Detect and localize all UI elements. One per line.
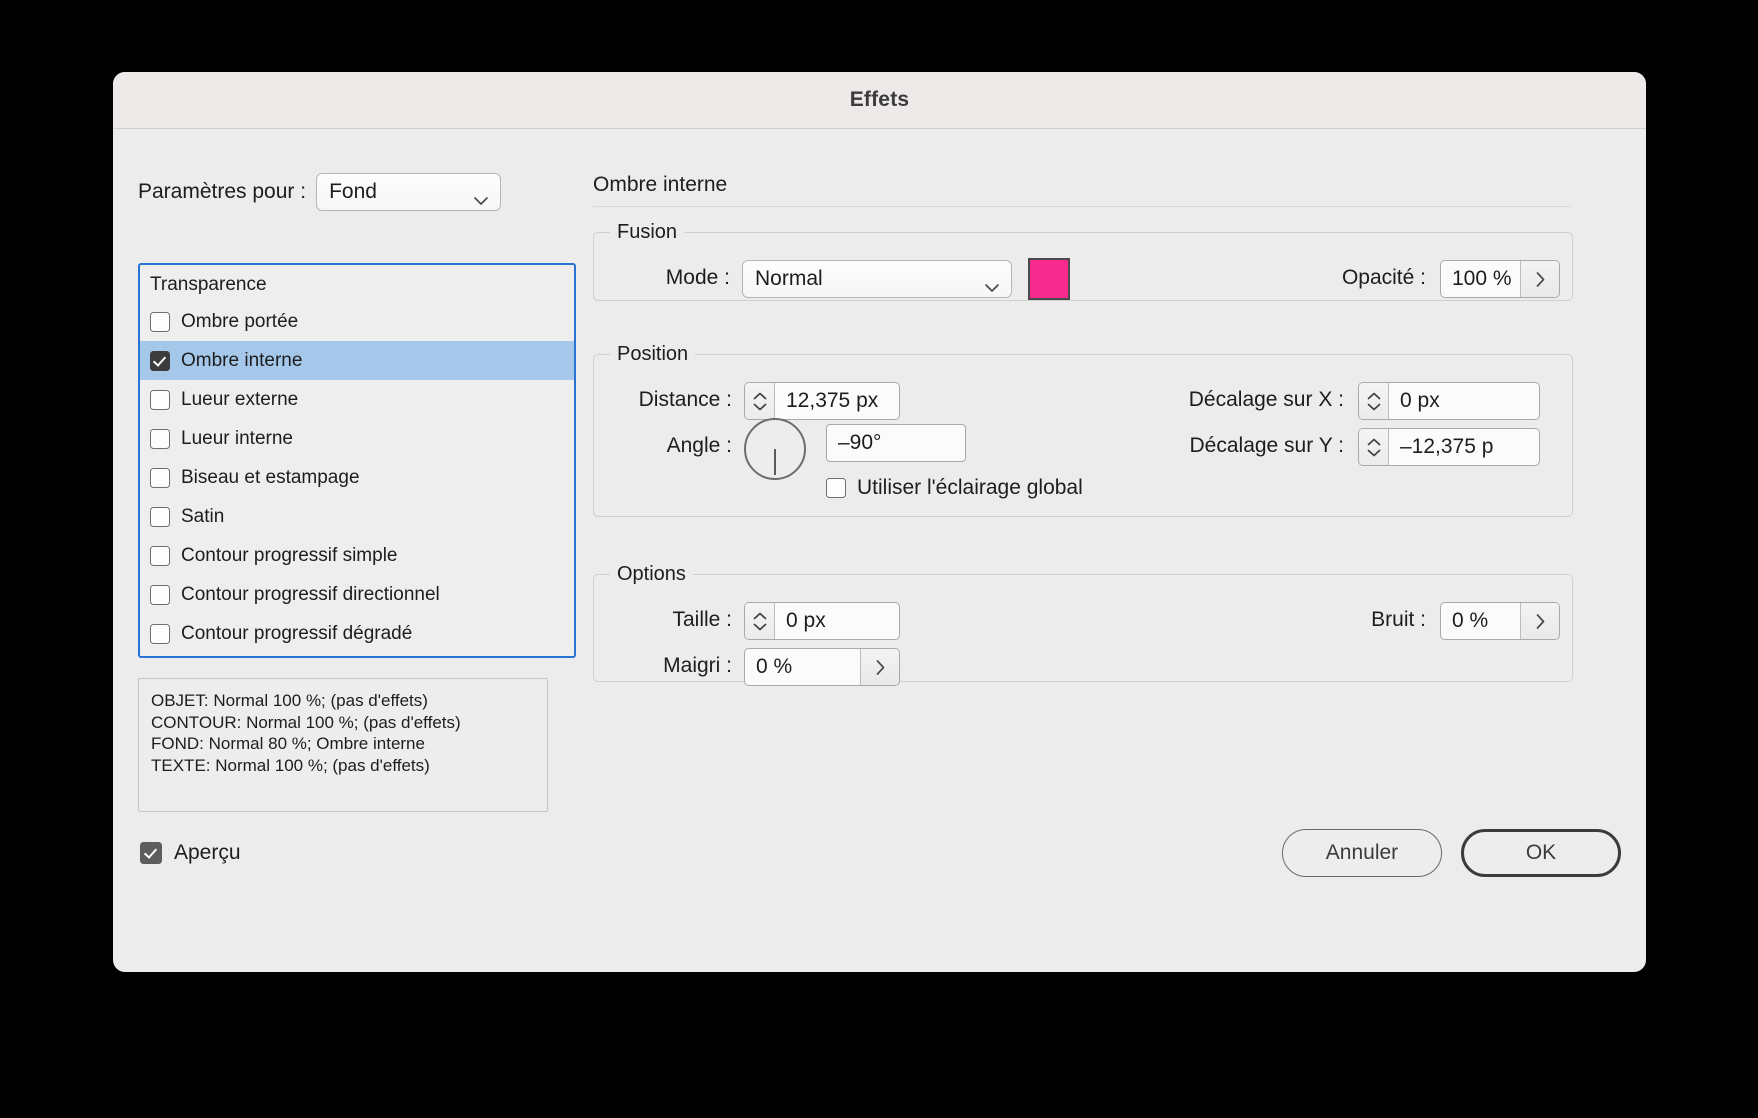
group-position-legend: Position (617, 343, 689, 365)
distance-label: Distance : (638, 388, 732, 411)
effects-dialog: Effets Paramètres pour : Fond Transparen… (113, 72, 1646, 972)
stepper-up-down-icon[interactable] (745, 603, 775, 639)
size-label: Taille : (672, 608, 732, 631)
preview-row[interactable]: Aperçu (140, 841, 241, 865)
dialog-titlebar: Effets (113, 72, 1646, 129)
blend-mode-select[interactable]: Normal (742, 260, 1012, 298)
offset-y-field[interactable]: –12,375 p (1358, 428, 1540, 466)
noise-value: 0 % (1452, 609, 1489, 632)
opacity-field[interactable]: 100 % (1440, 260, 1560, 298)
checkbox-global-light[interactable] (826, 478, 846, 498)
checkbox-contour-progressif-degrade[interactable] (150, 623, 170, 644)
choke-field[interactable]: 0 % (744, 648, 900, 686)
list-item-lueur-externe[interactable]: Lueur externe (140, 380, 574, 419)
choke-value: 0 % (756, 655, 793, 678)
offset-y-value: –12,375 p (1400, 435, 1494, 458)
angle-value: –90° (838, 431, 882, 454)
mode-label: Mode : (665, 266, 730, 289)
checkbox-contour-progressif-simple[interactable] (150, 545, 170, 566)
checkbox-ombre-portee[interactable] (150, 311, 170, 332)
global-light-row[interactable]: Utiliser l'éclairage global (826, 476, 1083, 500)
chevron-right-icon[interactable] (1520, 603, 1559, 639)
settings-for-value: Fond (329, 180, 377, 203)
effect-color-swatch[interactable] (1028, 258, 1070, 300)
offset-x-field[interactable]: 0 px (1358, 382, 1540, 420)
list-item-label: Satin (181, 505, 225, 527)
status-line-fond: FOND: Normal 80 %; Ombre interne (151, 734, 425, 753)
offset-x-value: 0 px (1400, 389, 1440, 412)
size-value: 0 px (786, 609, 826, 632)
cancel-button[interactable]: Annuler (1282, 829, 1442, 877)
settings-for-label: Paramètres pour : (138, 180, 307, 203)
group-fusion-legend: Fusion (617, 221, 678, 243)
angle-dial-needle (773, 449, 777, 475)
list-item-lueur-interne[interactable]: Lueur interne (140, 419, 574, 458)
dialog-buttons: Annuler OK (1282, 829, 1621, 877)
list-item-contour-progressif-directionnel[interactable]: Contour progressif directionnel (140, 575, 574, 614)
blend-mode-value: Normal (755, 267, 823, 290)
status-line-texte: TEXTE: Normal 100 %; (pas d'effets) (151, 755, 430, 775)
list-item-label: Lueur interne (181, 427, 293, 449)
status-summary-box: OBJET: Normal 100 %; (pas d'effets) CONT… (138, 678, 548, 812)
angle-dial[interactable] (744, 418, 806, 480)
noise-field[interactable]: 0 % (1440, 602, 1560, 640)
choke-label: Maigri : (663, 654, 732, 677)
group-position: Position Distance : 12,375 px Angle : –9… (593, 343, 1573, 517)
settings-for-row: Paramètres pour : Fond (138, 173, 502, 211)
size-field[interactable]: 0 px (744, 602, 900, 640)
list-item-satin[interactable]: Satin (140, 497, 574, 536)
stepper-up-down-icon[interactable] (1359, 383, 1389, 419)
stepper-up-down-icon[interactable] (1359, 429, 1389, 465)
settings-for-select[interactable]: Fond (316, 173, 502, 211)
effects-list[interactable]: Transparence Ombre portée Ombre interne … (138, 263, 576, 658)
ok-button[interactable]: OK (1461, 829, 1621, 877)
group-options: Options Taille : 0 px Maigri : 0 % Bruit… (593, 563, 1573, 686)
group-options-legend: Options (617, 563, 686, 585)
chevron-down-icon (474, 188, 488, 205)
group-fusion: Fusion Mode : Normal Opacité : 100 % (593, 221, 1573, 301)
global-light-label: Utiliser l'éclairage global (857, 476, 1083, 499)
dialog-body: Paramètres pour : Fond Transparence Ombr… (113, 129, 1646, 972)
status-line-contour: CONTOUR: Normal 100 %; (pas d'effets) (151, 712, 461, 732)
list-item-label: Contour progressif dégradé (181, 622, 413, 644)
checkbox-satin[interactable] (150, 506, 170, 527)
checkbox-biseau-et-estampage[interactable] (150, 467, 170, 488)
panel-heading: Ombre interne (593, 173, 1571, 207)
chevron-right-icon[interactable] (860, 649, 899, 685)
list-item-ombre-interne[interactable]: Ombre interne (140, 341, 574, 380)
list-item-ombre-portee[interactable]: Ombre portée (140, 302, 574, 341)
offset-y-label: Décalage sur Y : (1189, 434, 1345, 457)
angle-input[interactable]: –90° (826, 424, 966, 462)
status-line-objet: OBJET: Normal 100 %; (pas d'effets) (151, 691, 428, 710)
offset-x-label: Décalage sur X : (1188, 388, 1344, 411)
list-item-label: Contour progressif directionnel (181, 583, 440, 605)
checkbox-lueur-interne[interactable] (150, 428, 170, 449)
stepper-up-down-icon[interactable] (745, 383, 775, 419)
effects-list-header: Transparence (150, 274, 267, 295)
opacity-value: 100 % (1452, 267, 1512, 290)
list-item-label: Biseau et estampage (181, 466, 360, 488)
distance-value: 12,375 px (786, 389, 879, 412)
dialog-title: Effets (849, 88, 910, 111)
effect-settings-panel: Ombre interne Fusion Mode : Normal Opaci… (593, 173, 1621, 686)
preview-label: Aperçu (174, 841, 241, 864)
checkbox-preview[interactable] (140, 842, 162, 864)
checkbox-lueur-externe[interactable] (150, 389, 170, 410)
list-item-biseau-et-estampage[interactable]: Biseau et estampage (140, 458, 574, 497)
list-item-label: Ombre portée (181, 310, 299, 332)
noise-label: Bruit : (1371, 608, 1426, 631)
chevron-down-icon (985, 275, 999, 292)
list-item-contour-progressif-degrade[interactable]: Contour progressif dégradé (140, 614, 574, 653)
list-item-label: Contour progressif simple (181, 544, 398, 566)
opacity-label: Opacité : (1341, 266, 1426, 289)
angle-label: Angle : (666, 434, 732, 457)
checkbox-contour-progressif-directionnel[interactable] (150, 584, 170, 605)
list-item-label: Lueur externe (181, 388, 299, 410)
checkbox-ombre-interne[interactable] (150, 350, 170, 371)
list-item-contour-progressif-simple[interactable]: Contour progressif simple (140, 536, 574, 575)
chevron-right-icon[interactable] (1520, 261, 1559, 297)
list-item-label: Ombre interne (181, 349, 303, 371)
distance-field[interactable]: 12,375 px (744, 382, 900, 420)
